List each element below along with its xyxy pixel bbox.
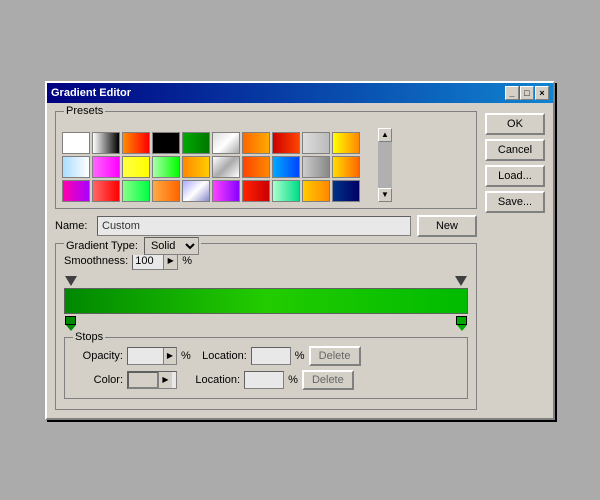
name-label: Name: bbox=[55, 220, 91, 232]
preset-swatch-24[interactable] bbox=[182, 180, 210, 202]
preset-swatch-25[interactable] bbox=[212, 180, 240, 202]
color-location-input[interactable] bbox=[245, 372, 285, 388]
preset-swatch-15[interactable] bbox=[212, 156, 240, 178]
opacity-delete-button[interactable]: Delete bbox=[309, 346, 361, 366]
right-color-stop[interactable] bbox=[456, 316, 467, 331]
main-layout: Presets ▲ ▼ Name: New bbox=[55, 111, 545, 410]
preset-swatch-18[interactable] bbox=[302, 156, 330, 178]
preset-swatch-17[interactable] bbox=[272, 156, 300, 178]
main-right: OK Cancel Load... Save... bbox=[485, 111, 545, 410]
minimize-button[interactable]: _ bbox=[505, 86, 519, 100]
ok-button[interactable]: OK bbox=[485, 113, 545, 135]
smoothness-percent: % bbox=[182, 255, 192, 267]
smoothness-input[interactable] bbox=[133, 253, 163, 269]
name-input[interactable] bbox=[97, 216, 411, 236]
preset-swatch-11[interactable] bbox=[92, 156, 120, 178]
gradient-type-section: Gradient Type: Solid Noise Smoothness: bbox=[55, 243, 477, 410]
preset-swatch-4[interactable] bbox=[182, 132, 210, 154]
gradient-type-select-wrap: Solid Noise bbox=[144, 237, 199, 255]
scroll-track bbox=[378, 142, 392, 188]
color-label: Color: bbox=[73, 374, 123, 386]
color-location-label: Location: bbox=[188, 374, 240, 386]
left-color-stop[interactable] bbox=[65, 316, 76, 331]
gradient-bar[interactable] bbox=[64, 288, 468, 314]
bottom-handles bbox=[64, 316, 468, 331]
opacity-input-wrap: ▶ bbox=[127, 347, 177, 365]
preset-swatch-5[interactable] bbox=[212, 132, 240, 154]
preset-swatch-9[interactable] bbox=[332, 132, 360, 154]
top-handles bbox=[64, 276, 468, 286]
name-row: Name: New bbox=[55, 215, 477, 237]
preset-swatch-29[interactable] bbox=[332, 180, 360, 202]
opacity-location-label: Location: bbox=[195, 350, 247, 362]
gradient-editor-window: Gradient Editor _ □ × Presets ▲ bbox=[45, 81, 555, 420]
save-button[interactable]: Save... bbox=[485, 191, 545, 213]
maximize-button[interactable]: □ bbox=[520, 86, 534, 100]
preset-swatch-8[interactable] bbox=[302, 132, 330, 154]
opacity-location-wrap bbox=[251, 347, 291, 365]
preset-swatch-12[interactable] bbox=[122, 156, 150, 178]
preset-swatch-27[interactable] bbox=[272, 180, 300, 202]
preset-swatch-6[interactable] bbox=[242, 132, 270, 154]
color-delete-button[interactable]: Delete bbox=[302, 370, 354, 390]
preset-swatch-23[interactable] bbox=[152, 180, 180, 202]
preset-swatch-3[interactable] bbox=[152, 132, 180, 154]
color-spacer bbox=[181, 374, 184, 386]
presets-label: Presets bbox=[64, 105, 105, 117]
preset-swatch-28[interactable] bbox=[302, 180, 330, 202]
main-left: Presets ▲ ▼ Name: New bbox=[55, 111, 477, 410]
gradient-type-select[interactable]: Solid Noise bbox=[144, 237, 199, 255]
color-arrow[interactable]: ▶ bbox=[158, 372, 172, 388]
title-bar-buttons: _ □ × bbox=[505, 86, 549, 100]
stops-section: Stops Opacity: ▶ % Location: bbox=[64, 337, 468, 399]
preset-swatch-13[interactable] bbox=[152, 156, 180, 178]
opacity-percent: % bbox=[181, 350, 191, 362]
opacity-arrow[interactable]: ▶ bbox=[163, 348, 176, 364]
color-swatch-wrap: ▶ bbox=[127, 371, 177, 389]
preset-swatch-14[interactable] bbox=[182, 156, 210, 178]
smoothness-label: Smoothness: bbox=[64, 255, 128, 267]
gradient-bar-container bbox=[64, 276, 468, 331]
smoothness-arrow[interactable]: ▶ bbox=[163, 253, 177, 269]
title-bar: Gradient Editor _ □ × bbox=[47, 83, 553, 103]
opacity-location-input[interactable] bbox=[252, 348, 292, 364]
color-swatch[interactable] bbox=[128, 372, 158, 388]
window-title: Gradient Editor bbox=[51, 87, 131, 99]
presets-wrapper: ▲ ▼ bbox=[62, 128, 470, 202]
presets-grid bbox=[62, 132, 360, 202]
preset-swatch-19[interactable] bbox=[332, 156, 360, 178]
preset-swatch-10[interactable] bbox=[62, 156, 90, 178]
preset-swatch-1[interactable] bbox=[92, 132, 120, 154]
opacity-input[interactable] bbox=[128, 348, 163, 364]
close-button[interactable]: × bbox=[535, 86, 549, 100]
right-top-handle[interactable] bbox=[455, 276, 467, 286]
preset-swatch-26[interactable] bbox=[242, 180, 270, 202]
gradient-type-label-box: Gradient Type: Solid Noise bbox=[64, 237, 201, 255]
preset-swatch-2[interactable] bbox=[122, 132, 150, 154]
load-button[interactable]: Load... bbox=[485, 165, 545, 187]
preset-swatch-7[interactable] bbox=[272, 132, 300, 154]
color-location-percent: % bbox=[288, 374, 298, 386]
opacity-stop-row: Opacity: ▶ % Location: % Delete bbox=[73, 346, 459, 366]
preset-swatch-22[interactable] bbox=[122, 180, 150, 202]
preset-swatch-0[interactable] bbox=[62, 132, 90, 154]
window-body: Presets ▲ ▼ Name: New bbox=[47, 103, 553, 418]
color-stop-row: Color: ▶ Location: % Delete bbox=[73, 370, 459, 390]
preset-swatch-16[interactable] bbox=[242, 156, 270, 178]
preset-swatch-21[interactable] bbox=[92, 180, 120, 202]
new-button[interactable]: New bbox=[417, 215, 477, 237]
opacity-label: Opacity: bbox=[73, 350, 123, 362]
cancel-button[interactable]: Cancel bbox=[485, 139, 545, 161]
scroll-up-button[interactable]: ▲ bbox=[378, 128, 392, 142]
left-top-handle[interactable] bbox=[65, 276, 77, 286]
opacity-location-percent: % bbox=[295, 350, 305, 362]
presets-scrollbar: ▲ ▼ bbox=[378, 128, 392, 202]
color-location-wrap bbox=[244, 371, 284, 389]
presets-group: Presets ▲ ▼ bbox=[55, 111, 477, 209]
preset-swatch-20[interactable] bbox=[62, 180, 90, 202]
scroll-down-button[interactable]: ▼ bbox=[378, 188, 392, 202]
stops-label: Stops bbox=[73, 331, 105, 343]
gradient-type-label: Gradient Type: bbox=[66, 240, 138, 252]
